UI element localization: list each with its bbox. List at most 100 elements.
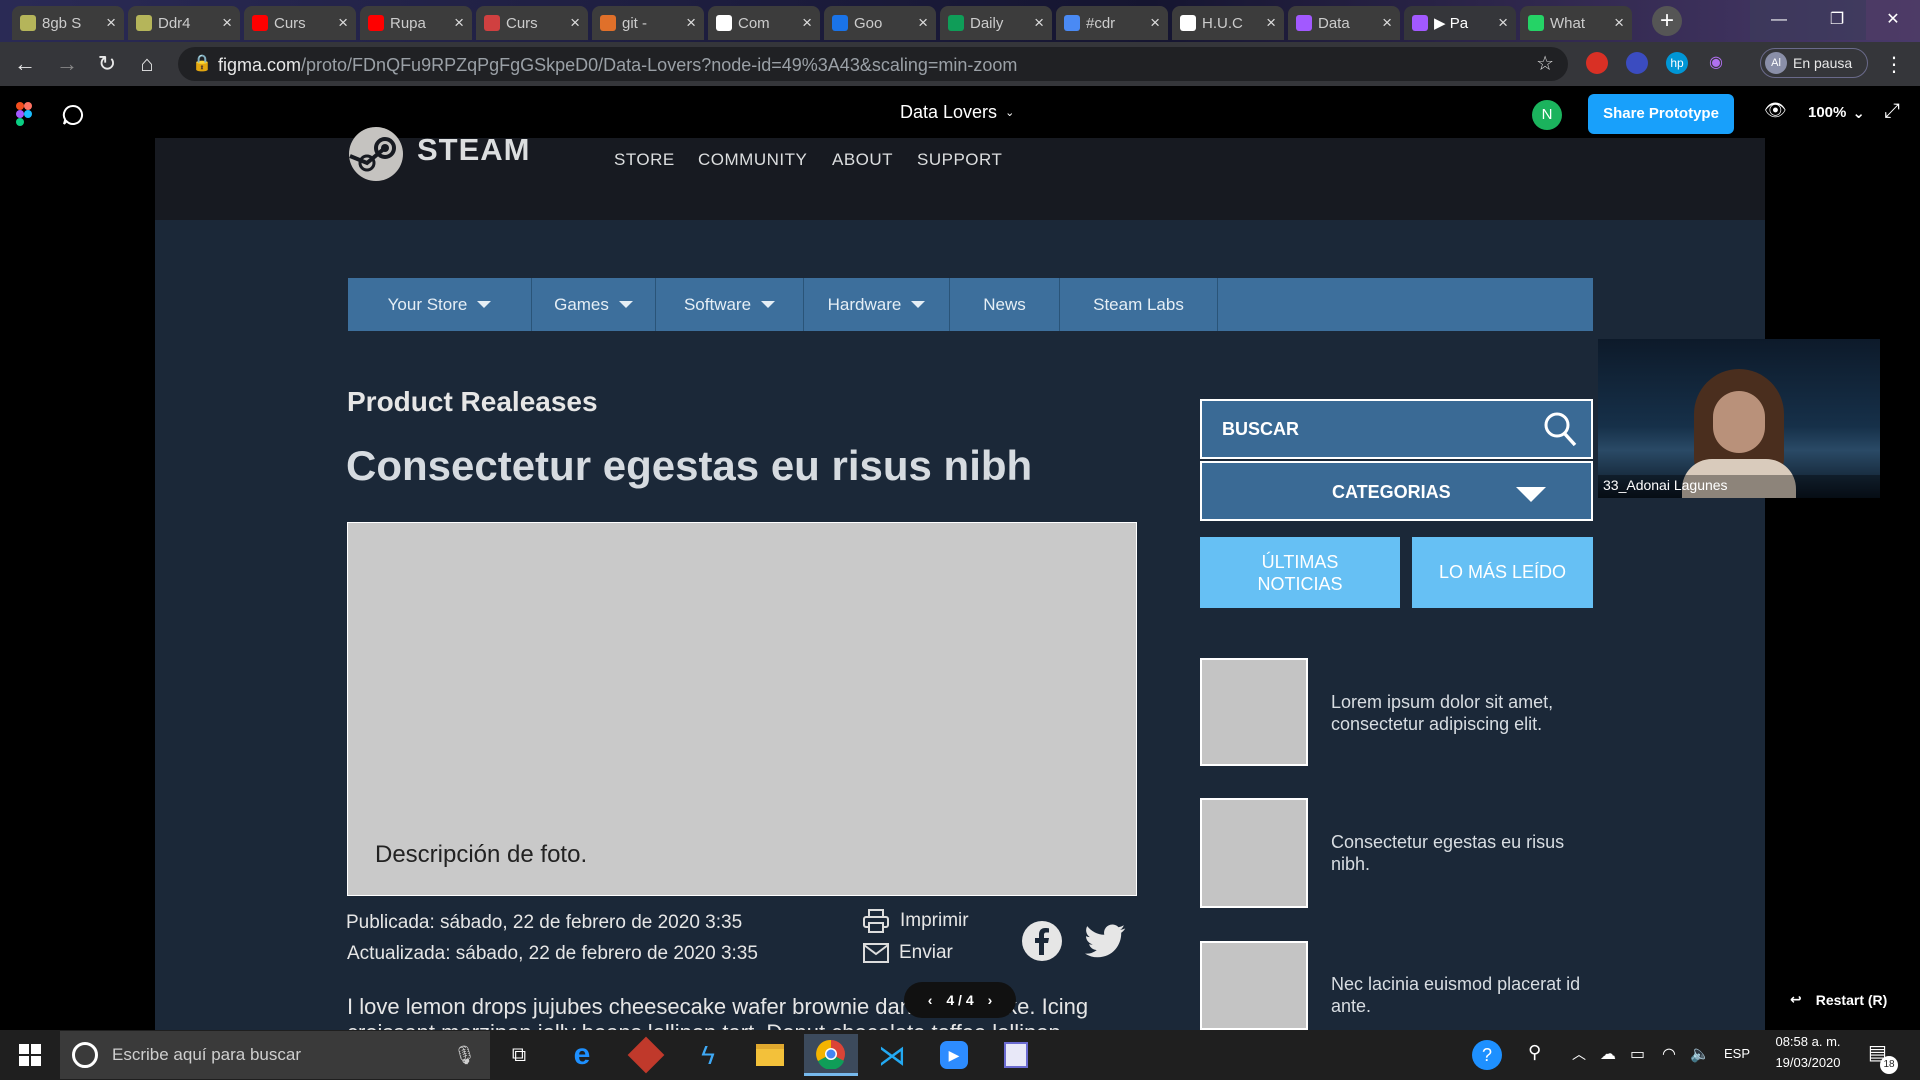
browser-tab[interactable]: H.U.C × [1172,6,1284,40]
windows-start-icon[interactable] [8,1034,52,1076]
close-tab-icon[interactable]: × [1498,13,1508,33]
nav-support[interactable]: SUPPORT [917,150,1002,170]
taskbar-search-box[interactable]: Escribe aquí para buscar 🎙 [60,1031,490,1079]
store-menu-games[interactable]: Games [532,278,656,331]
tab-latest-news[interactable]: ÚLTIMAS NOTICIAS [1200,537,1400,608]
tab-most-read[interactable]: LO MÁS LEÍDO [1412,537,1593,608]
close-tab-icon[interactable]: × [1034,13,1044,33]
extension-hp-icon[interactable]: hp [1666,52,1688,74]
language-indicator[interactable]: ESP [1724,1046,1750,1061]
browser-tab[interactable]: Daily × [940,6,1052,40]
battery-icon[interactable]: ▭ [1630,1044,1645,1064]
store-menu-hardware[interactable]: Hardware [804,278,950,331]
new-tab-button[interactable]: + [1652,6,1682,36]
maximize-button[interactable]: ❐ [1808,0,1866,40]
search-icon[interactable] [1543,411,1577,447]
store-menu-your-store[interactable]: Your Store [348,278,532,331]
people-icon[interactable]: ⚲ [1528,1042,1541,1063]
steam-logo-icon[interactable] [348,126,404,182]
chevron-up-icon[interactable]: ︿ [1572,1044,1586,1064]
close-tab-icon[interactable]: × [106,13,116,33]
close-tab-icon[interactable]: × [802,13,812,33]
close-tab-icon[interactable]: × [1614,13,1624,33]
nav-store[interactable]: STORE [614,150,675,170]
browser-tab[interactable]: git - × [592,6,704,40]
file-title-menu[interactable]: Data Lovers ⌄ [900,102,1014,123]
browser-tab[interactable]: 8gb S × [12,6,124,40]
close-tab-icon[interactable]: × [1382,13,1392,33]
close-tab-icon[interactable]: × [1150,13,1160,33]
close-window-button[interactable]: ✕ [1866,0,1920,40]
close-tab-icon[interactable]: × [686,13,696,33]
twitter-icon[interactable] [1084,924,1126,960]
back-icon[interactable]: ← [10,50,40,80]
facebook-icon[interactable] [1021,920,1063,962]
onedrive-icon[interactable]: ☁ [1600,1044,1616,1064]
close-tab-icon[interactable]: × [570,13,580,33]
send-button[interactable]: Enviar [863,942,953,964]
extension-red-icon[interactable] [1586,52,1608,74]
browser-tab[interactable]: Rupa × [360,6,472,40]
url-field[interactable]: 🔒 figma.com/proto/FDnQFu9RPZqPgFgGSkpeD0… [178,47,1568,81]
home-icon[interactable]: ⌂ [132,50,162,80]
print-button[interactable]: Imprimir [862,908,969,934]
browser-tab[interactable]: Ddr4 × [128,6,240,40]
browser-tab[interactable]: #cdr × [1056,6,1168,40]
game-app-icon[interactable] [624,1034,668,1076]
bookmark-star-icon[interactable]: ☆ [1536,51,1554,76]
more-menu-icon[interactable]: ⋮ [1884,52,1904,77]
search-box[interactable]: BUSCAR [1200,399,1593,459]
restart-button[interactable]: ↩ Restart (R) [1790,991,1887,1008]
reload-icon[interactable]: ↻ [92,50,122,80]
fullscreen-icon[interactable]: ⤢ [1884,100,1900,123]
side-thumbnail[interactable] [1200,941,1308,1030]
microphone-icon[interactable]: 🎙 [453,1045,476,1066]
browser-tab[interactable]: Curs × [244,6,356,40]
user-avatar[interactable]: N [1532,100,1562,130]
eye-icon[interactable]: 👁 [1764,100,1787,121]
browser-tab[interactable]: Com × [708,6,820,40]
wifi-icon[interactable]: ◠ [1662,1044,1676,1064]
browser-tab[interactable]: ▶ Pa × [1404,6,1516,40]
browser-tab[interactable]: What × [1520,6,1632,40]
screen-app-icon[interactable] [994,1034,1038,1076]
browser-tab[interactable]: Curs × [476,6,588,40]
clock[interactable]: 08:58 a. m. 19/03/2020 [1770,1034,1846,1070]
store-menu-steam-labs[interactable]: Steam Labs [1060,278,1218,331]
chevron-left-icon[interactable]: ‹ [928,992,933,1008]
store-menu-software[interactable]: Software [656,278,804,331]
minimize-button[interactable]: — [1750,0,1808,40]
side-item-text[interactable]: Nec lacinia euismod placerat id ante. [1331,973,1591,1017]
zoom-menu[interactable]: 100% ⌄ [1808,104,1865,122]
side-item-text[interactable]: Lorem ipsum dolor sit amet, consectetur … [1331,691,1591,735]
profile-button[interactable]: Al En pausa [1760,48,1868,78]
chevron-right-icon[interactable]: › [988,992,993,1008]
volume-icon[interactable]: 🔈 [1690,1044,1710,1064]
close-tab-icon[interactable]: × [918,13,928,33]
side-thumbnail[interactable] [1200,798,1308,908]
extension-audio-icon[interactable]: ◉ [1704,52,1728,74]
nav-community[interactable]: COMMUNITY [698,150,807,170]
close-tab-icon[interactable]: × [454,13,464,33]
close-tab-icon[interactable]: × [1266,13,1276,33]
side-thumbnail[interactable] [1200,658,1308,766]
help-icon[interactable]: ? [1472,1040,1502,1070]
side-item-text[interactable]: Consectetur egestas eu risus nibh. [1331,831,1591,875]
edge-icon[interactable]: e [560,1034,604,1076]
close-tab-icon[interactable]: × [338,13,348,33]
figma-logo-icon[interactable] [16,102,32,126]
app-lightning-icon[interactable]: ϟ [686,1034,730,1076]
share-prototype-button[interactable]: Share Prototype [1588,94,1734,134]
forward-icon[interactable]: → [52,50,82,80]
comment-icon[interactable] [62,104,84,126]
store-menu-news[interactable]: News [950,278,1060,331]
zoom-icon[interactable]: ▶ [932,1034,976,1076]
file-explorer-icon[interactable] [748,1034,792,1076]
close-tab-icon[interactable]: × [222,13,232,33]
categories-dropdown[interactable]: CATEGORIAS [1200,461,1593,521]
browser-tab[interactable]: Goo × [824,6,936,40]
task-view-icon[interactable]: ⧉ [497,1034,541,1076]
browser-tab[interactable]: Data × [1288,6,1400,40]
video-call-overlay[interactable]: 33_Adonai Lagunes [1598,339,1880,498]
extension-chat-icon[interactable] [1626,52,1648,74]
